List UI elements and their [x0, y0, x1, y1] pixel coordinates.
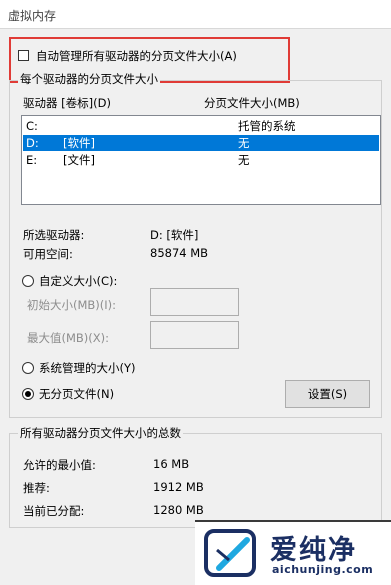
- recommended-label: 推荐:: [23, 481, 50, 495]
- max-size-input[interactable]: [150, 321, 239, 349]
- min-value: 16 MB: [153, 457, 190, 471]
- current-value: 1280 MB: [153, 503, 204, 517]
- drive-size: 无: [238, 153, 250, 167]
- free-space-label: 可用空间:: [23, 247, 73, 261]
- drive-size: 无: [238, 136, 250, 150]
- drive-row-c[interactable]: C: 托管的系统: [23, 118, 379, 134]
- recommended-value: 1912 MB: [153, 480, 204, 494]
- drive-list[interactable]: C: 托管的系统 D: [软件] 无 E: [文件] 无: [21, 115, 381, 205]
- no-paging-radio[interactable]: [22, 388, 34, 400]
- drive-letter: D:: [26, 136, 39, 150]
- current-label: 当前已分配:: [23, 504, 85, 518]
- watermark-divider: [195, 520, 391, 522]
- min-label: 允许的最小值:: [23, 458, 96, 472]
- title-bar: [0, 0, 391, 28]
- drive-size: 托管的系统: [238, 119, 296, 133]
- drive-row-e[interactable]: E: [文件] 无: [23, 152, 379, 168]
- custom-size-radio[interactable]: [22, 275, 34, 287]
- free-space-value: 85874 MB: [150, 246, 209, 260]
- initial-size-input[interactable]: [150, 288, 239, 316]
- selected-drive-label: 所选驱动器:: [23, 228, 85, 242]
- drive-label: [软件]: [63, 136, 95, 150]
- brand-logo-icon: [204, 529, 256, 577]
- max-size-label: 最大值(MB)(X):: [27, 331, 110, 345]
- size-column-header: 分页文件大小(MB): [204, 96, 300, 110]
- no-paging-label[interactable]: 无分页文件(N): [39, 386, 114, 402]
- set-button[interactable]: 设置(S): [285, 380, 370, 408]
- watermark-brand: 爱纯净: [270, 535, 357, 566]
- title-divider: [0, 28, 391, 29]
- system-managed-label[interactable]: 系统管理的大小(Y): [39, 360, 136, 376]
- window-title: 虚拟内存: [8, 9, 57, 23]
- initial-size-label: 初始大小(MB)(I):: [27, 298, 117, 312]
- drive-label: [文件]: [63, 153, 95, 167]
- custom-size-label[interactable]: 自定义大小(C):: [39, 273, 117, 289]
- drive-row-d[interactable]: D: [软件] 无: [23, 135, 379, 151]
- watermark-url: aichunjing.com: [272, 563, 374, 576]
- drive-letter: C:: [26, 119, 38, 133]
- totals-group-label: 所有驱动器分页文件大小的总数: [18, 425, 183, 441]
- per-drive-group-label: 每个驱动器的分页文件大小: [18, 71, 160, 87]
- system-managed-radio[interactable]: [22, 362, 34, 374]
- drive-letter: E:: [26, 153, 38, 167]
- drive-column-header: 驱动器 [卷标](D): [23, 96, 111, 110]
- selected-drive-value: D: [软件]: [150, 228, 199, 242]
